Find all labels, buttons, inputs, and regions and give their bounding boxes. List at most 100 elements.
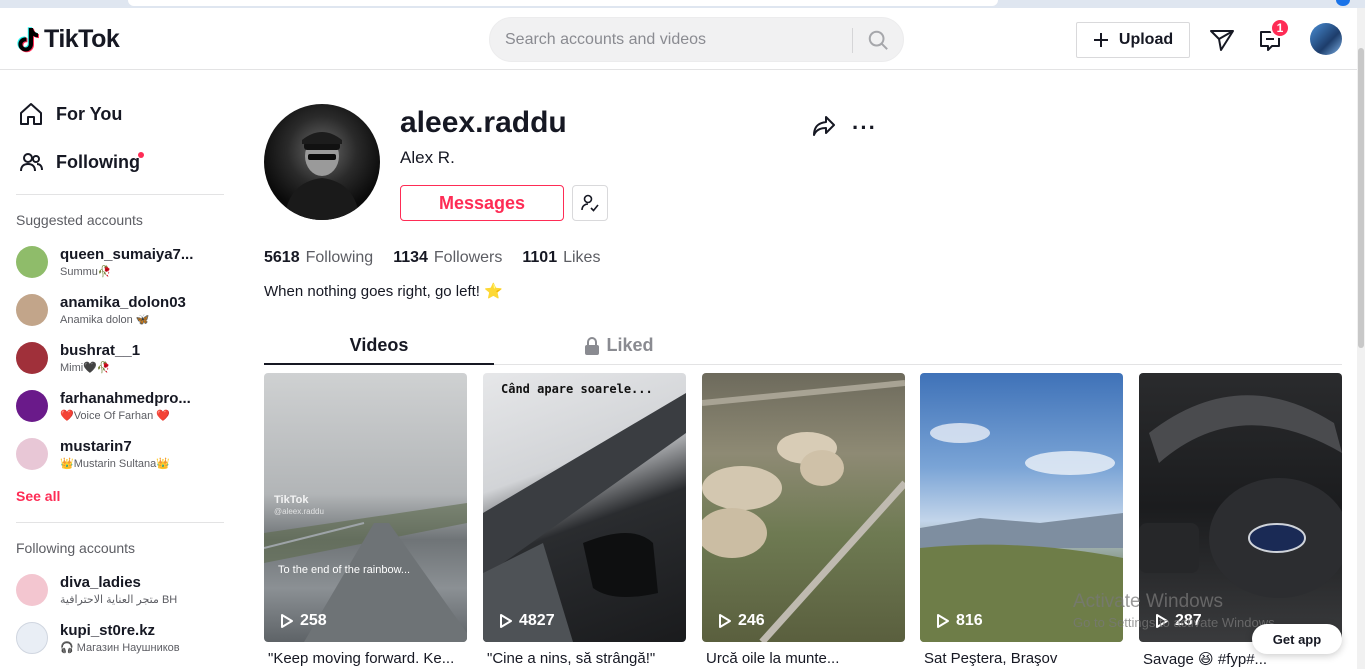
- search-separator: [852, 28, 853, 53]
- search-input[interactable]: [505, 18, 835, 61]
- search-icon: [868, 30, 888, 50]
- top-header: TikTok Upload 1: [0, 8, 1357, 70]
- account-username: anamika_dolon03: [60, 294, 186, 311]
- account-username: bushrat__1: [60, 342, 141, 359]
- get-app-button[interactable]: Get app: [1252, 624, 1342, 654]
- more-options-icon[interactable]: ···: [852, 115, 877, 141]
- avatar: [16, 622, 48, 654]
- suggested-accounts-title: Suggested accounts: [16, 212, 143, 228]
- account-username: kupi_st0re.kz: [60, 622, 156, 639]
- scrollbar-thumb[interactable]: [1358, 48, 1364, 348]
- avatar: [16, 574, 48, 606]
- followers-stat[interactable]: 1134 Followers: [393, 249, 502, 267]
- video-thumbnail-sheep: [702, 380, 905, 642]
- video-caption[interactable]: Sat Peştera, Braşov: [924, 650, 1127, 667]
- active-tab-indicator: [264, 363, 494, 365]
- account-username: farhanahmedpro...: [60, 390, 191, 407]
- suggested-account[interactable]: anamika_dolon03 Anamika dolon 🦋: [16, 290, 226, 330]
- account-nickname: Mimi🖤🥀: [60, 362, 111, 374]
- account-nickname: 👑Mustarin Sultana👑: [60, 458, 170, 470]
- see-all-link[interactable]: See all: [16, 488, 60, 504]
- following-accounts-title: Following accounts: [16, 540, 136, 556]
- account-nickname: 🎧 Магазин Наушников: [60, 642, 180, 654]
- avatar: [16, 390, 48, 422]
- sidebar-divider: [16, 194, 224, 195]
- tiktok-logo-icon: [17, 26, 39, 52]
- sidebar-item-label: For You: [56, 103, 123, 124]
- inbox-badge: 1: [1270, 18, 1290, 38]
- video-thumbnail-car-mirror: [483, 393, 686, 642]
- share-icon[interactable]: [812, 115, 836, 137]
- view-count-text: 246: [738, 612, 765, 629]
- view-count: 816: [936, 612, 983, 630]
- home-icon: [20, 103, 42, 125]
- activate-windows-watermark: Activate Windows Go to Settings to activ…: [1073, 591, 1278, 630]
- account-username: queen_sumaiya7...: [60, 246, 194, 263]
- messages-button[interactable]: Messages: [400, 185, 564, 221]
- following-notification-dot: [138, 152, 144, 158]
- following-stat[interactable]: 5618 Following: [264, 249, 373, 267]
- suggested-account[interactable]: farhanahmedpro... ❤️Voice Of Farhan ❤️: [16, 386, 226, 426]
- account-nickname: متجر العناية الاحترافية BH: [60, 594, 178, 606]
- following-count: 5618: [264, 249, 300, 266]
- video-caption[interactable]: Savage 😆 #fyp#...: [1143, 650, 1273, 668]
- view-count-text: 258: [300, 612, 327, 629]
- account-nickname: Anamika dolon 🦋: [60, 314, 150, 326]
- user-avatar[interactable]: [1310, 23, 1342, 55]
- profile-bio: When nothing goes right, go left! ⭐: [264, 283, 503, 300]
- messages-send-icon[interactable]: [1209, 28, 1235, 52]
- profile-avatar-silhouette: [284, 132, 360, 220]
- tab-liked-label: Liked: [606, 335, 654, 355]
- sidebar-item-label: Following: [56, 151, 140, 172]
- browser-address-bar-edge: [128, 0, 998, 6]
- logo-text: TikTok: [44, 25, 120, 53]
- suggested-account[interactable]: bushrat__1 Mimi🖤🥀: [16, 338, 226, 378]
- unfollow-button[interactable]: [572, 185, 608, 221]
- sidebar: For You Following Suggested accounts que…: [0, 71, 240, 669]
- tab-liked[interactable]: Liked: [504, 335, 734, 356]
- user-check-icon: [581, 194, 599, 212]
- tiktok-watermark: TikTok: [274, 494, 309, 506]
- sidebar-item-for-you[interactable]: For You: [18, 101, 122, 127]
- profile-avatar[interactable]: [264, 104, 380, 220]
- sidebar-divider: [16, 522, 224, 523]
- sidebar-item-following[interactable]: Following: [18, 149, 140, 175]
- play-icon: [281, 614, 293, 628]
- lock-icon: [585, 336, 600, 355]
- page-scrollbar[interactable]: [1357, 8, 1365, 669]
- suggested-account[interactable]: queen_sumaiya7... Summu🥀: [16, 242, 226, 282]
- tiktok-logo[interactable]: TikTok: [16, 25, 120, 54]
- likes-count: 1101: [522, 249, 558, 266]
- plus-icon: [1093, 33, 1108, 47]
- video-caption[interactable]: "Cine a nins, să strângă!": [487, 650, 690, 667]
- profile-display-name: Alex R.: [400, 148, 455, 167]
- users-icon: [20, 153, 43, 172]
- account-username: mustarin7: [60, 438, 132, 455]
- watermark-handle: @aleex.raddu: [274, 507, 324, 516]
- search-bar: [489, 17, 904, 62]
- tab-videos-label: Videos: [349, 335, 409, 355]
- upload-label: Upload: [1118, 31, 1174, 48]
- activate-windows-subtitle: Go to Settings to activate Windows.: [1073, 615, 1279, 630]
- tab-videos[interactable]: Videos: [264, 335, 494, 356]
- view-count: 258: [280, 612, 327, 630]
- activate-windows-title: Activate Windows: [1073, 591, 1223, 612]
- account-nickname: ❤️Voice Of Farhan ❤️: [60, 410, 170, 422]
- account-nickname: Summu🥀: [60, 266, 112, 278]
- following-account[interactable]: kupi_st0re.kz 🎧 Магазин Наушников: [16, 618, 226, 658]
- video-caption[interactable]: "Keep moving forward. Ke...: [268, 650, 471, 667]
- upload-button[interactable]: Upload: [1076, 22, 1190, 58]
- following-stat-label: Following: [305, 249, 374, 266]
- video-card[interactable]: 246: [702, 373, 905, 642]
- avatar: [16, 438, 48, 470]
- suggested-account[interactable]: mustarin7 👑Mustarin Sultana👑: [16, 434, 226, 474]
- search-button[interactable]: [858, 24, 898, 56]
- view-count-text: 816: [956, 612, 983, 629]
- video-overlay-text: Când apare soarele...: [501, 382, 653, 396]
- likes-stat: 1101 Likes: [522, 249, 600, 267]
- following-account[interactable]: diva_ladies متجر العناية الاحترافية BH: [16, 570, 226, 610]
- video-card[interactable]: TikTok @aleex.raddu To the end of the ra…: [264, 373, 467, 642]
- video-caption[interactable]: Urcă oile la munte...: [706, 650, 909, 667]
- video-card[interactable]: Când apare soarele... 4827: [483, 373, 686, 642]
- video-overlay-text: To the end of the rainbow...: [278, 564, 411, 576]
